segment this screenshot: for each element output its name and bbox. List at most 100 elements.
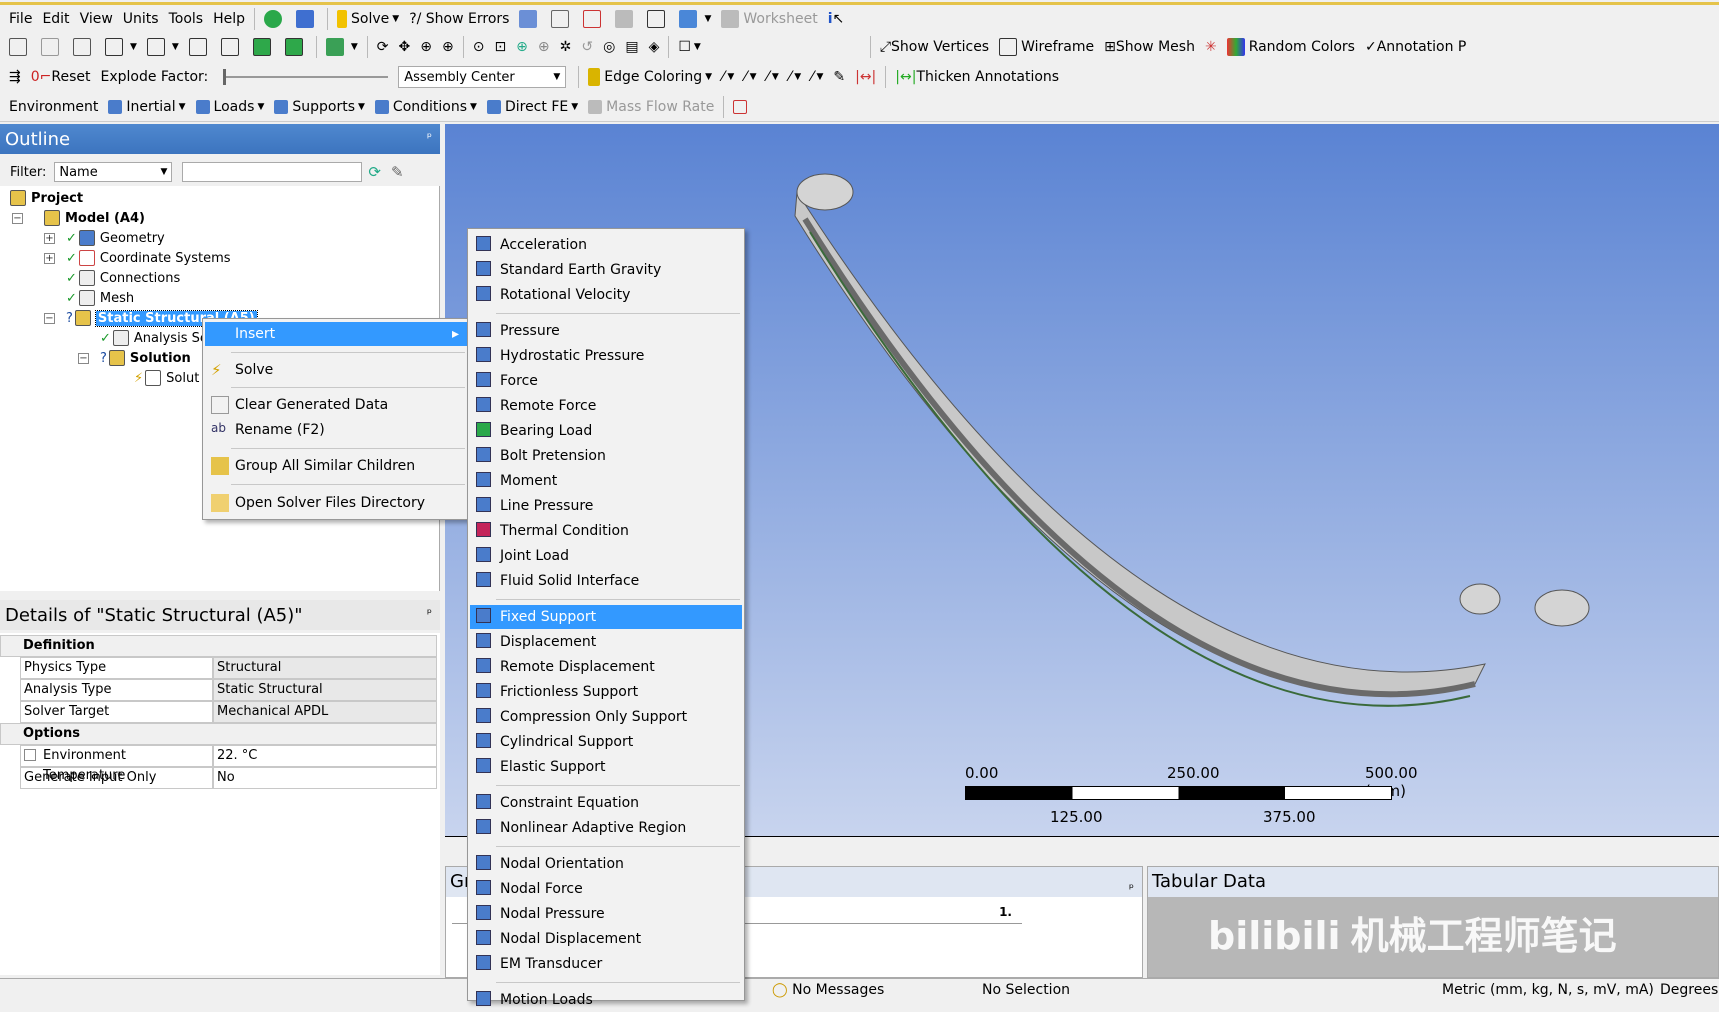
next-view-icon[interactable]: ◎: [598, 34, 620, 60]
vertex-select-icon[interactable]: [184, 34, 216, 60]
expand-icon[interactable]: +: [44, 233, 55, 244]
collapse-icon[interactable]: −: [78, 353, 89, 364]
menu-units[interactable]: Units: [118, 6, 164, 32]
edge-tool-2-icon[interactable]: ⁄ ▼: [739, 64, 761, 90]
zoom-box-icon[interactable]: ⊕: [437, 34, 459, 60]
print-icon[interactable]: ▤: [620, 34, 643, 60]
tag-icon[interactable]: ◈: [644, 34, 665, 60]
pin-icon[interactable]: ᵖ: [427, 606, 432, 620]
tree-node-geometry[interactable]: ✓ Geometry: [66, 228, 165, 248]
thin-icon[interactable]: |↔|: [850, 64, 881, 90]
insert-item-pressure[interactable]: Pressure: [470, 319, 742, 343]
tree-node-coordinate-systems[interactable]: ✓ Coordinate Systems: [66, 248, 231, 268]
worksheet-button[interactable]: Worksheet: [716, 6, 822, 32]
previous-view-icon[interactable]: ↺: [576, 34, 598, 60]
thicken-annotations-button[interactable]: |↔| Thicken Annotations: [890, 64, 1064, 90]
show-errors-button[interactable]: ?/ Show Errors: [404, 6, 514, 32]
tool-icon-1[interactable]: [514, 6, 546, 32]
window-icon[interactable]: ☐ ▼: [673, 34, 705, 60]
wireframe-button[interactable]: Wireframe: [994, 34, 1099, 60]
pin-icon[interactable]: ᵖ: [427, 130, 432, 144]
graph-icon[interactable]: [291, 6, 323, 32]
show-mesh-button[interactable]: ⊞ Show Mesh: [1099, 34, 1200, 60]
select-mode-icon[interactable]: [36, 34, 68, 60]
magnify-icon[interactable]: ⊕: [533, 34, 555, 60]
pin-icon[interactable]: ᵖ: [1129, 873, 1134, 903]
conditions-button[interactable]: Conditions ▼: [370, 94, 482, 120]
insert-item-compression-only-support[interactable]: Compression Only Support: [470, 705, 742, 729]
edge-tool-3-icon[interactable]: ⁄ ▼: [762, 64, 784, 90]
insert-item-nodal-pressure[interactable]: Nodal Pressure: [470, 902, 742, 926]
expand-icon[interactable]: +: [44, 253, 55, 264]
menu-tools[interactable]: Tools: [164, 6, 209, 32]
pin-icon[interactable]: ✎: [828, 64, 850, 90]
mass-flow-rate-button[interactable]: Mass Flow Rate: [583, 94, 719, 120]
menu-open-solver-files[interactable]: Open Solver Files Directory: [205, 491, 467, 515]
insert-item-nonlinear-adaptive-region[interactable]: Nonlinear Adaptive Region: [470, 816, 742, 840]
checkbox[interactable]: [24, 749, 36, 761]
insert-item-rotational-velocity[interactable]: Rotational Velocity: [470, 283, 742, 307]
section-options[interactable]: Options: [0, 723, 437, 745]
insert-item-motion-loads[interactable]: Motion Loads: [470, 988, 742, 1012]
menu-edit[interactable]: Edit: [37, 6, 74, 32]
tree-node-mesh[interactable]: ✓ Mesh: [66, 288, 134, 308]
explode-icon[interactable]: ⇶: [4, 64, 26, 90]
tool-icon-4[interactable]: [610, 6, 642, 32]
angle-status[interactable]: Degrees: [1660, 982, 1718, 998]
insert-item-cylindrical-support[interactable]: Cylindrical Support: [470, 730, 742, 754]
edge-tool-5-icon[interactable]: ⁄ ▼: [806, 64, 828, 90]
tree-node-solution-info[interactable]: ⚡ Solut: [134, 368, 199, 388]
zoom-green-icon[interactable]: ⊕: [511, 34, 533, 60]
explode-slider[interactable]: [223, 69, 389, 85]
filter-input[interactable]: [182, 162, 363, 182]
insert-item-em-transducer[interactable]: EM Transducer: [470, 952, 742, 976]
insert-item-bearing-load[interactable]: Bearing Load: [470, 419, 742, 443]
insert-item-frictionless-support[interactable]: Frictionless Support: [470, 680, 742, 704]
menu-group-similar[interactable]: Group All Similar Children: [205, 454, 467, 478]
cursor-icon[interactable]: ▼: [142, 34, 184, 60]
cube-icon[interactable]: ▼: [321, 34, 363, 60]
insert-item-bolt-pretension[interactable]: Bolt Pretension: [470, 444, 742, 468]
insert-item-hydrostatic-pressure[interactable]: Hydrostatic Pressure: [470, 344, 742, 368]
insert-item-fixed-support[interactable]: Fixed Support: [470, 605, 742, 629]
insert-item-force[interactable]: Force: [470, 369, 742, 393]
inertial-button[interactable]: Inertial ▼: [103, 94, 190, 120]
body-select-icon[interactable]: [280, 34, 312, 60]
assembly-center-select[interactable]: Assembly Center ▼: [398, 66, 567, 88]
edge-tool-4-icon[interactable]: ⁄ ▼: [784, 64, 806, 90]
rotate-icon[interactable]: ⟳: [372, 34, 394, 60]
insert-item-line-pressure[interactable]: Line Pressure: [470, 494, 742, 518]
insert-item-constraint-equation[interactable]: Constraint Equation: [470, 791, 742, 815]
insert-item-remote-force[interactable]: Remote Force: [470, 394, 742, 418]
supports-button[interactable]: Supports ▼: [269, 94, 370, 120]
insert-item-fluid-solid-interface[interactable]: Fluid Solid Interface: [470, 569, 742, 593]
messages-status[interactable]: ◯ No Messages: [772, 982, 884, 998]
select-type-icon[interactable]: ▼: [100, 34, 142, 60]
insert-item-displacement[interactable]: Displacement: [470, 630, 742, 654]
menu-insert[interactable]: Insert ▸: [205, 322, 467, 346]
collapse-icon[interactable]: −: [44, 313, 55, 324]
check-icon[interactable]: [259, 6, 291, 32]
tree-node-model[interactable]: Model (A4): [44, 208, 145, 228]
tree-node-solution[interactable]: ? Solution: [100, 348, 191, 368]
zoom-fit-icon[interactable]: ⊙: [468, 34, 490, 60]
loads-button[interactable]: Loads ▼: [191, 94, 270, 120]
insert-item-acceleration[interactable]: Acceleration: [470, 233, 742, 257]
face-select-icon[interactable]: [248, 34, 280, 60]
zoom-icon[interactable]: ⊕: [415, 34, 437, 60]
pan-icon[interactable]: ✥: [394, 34, 416, 60]
worksheet-red-icon[interactable]: [728, 94, 756, 120]
refresh-icon[interactable]: ⟳: [368, 163, 381, 181]
menu-rename[interactable]: ab Rename (F2): [205, 418, 467, 442]
info-cursor-icon[interactable]: i ↖: [823, 6, 850, 32]
insert-item-moment[interactable]: Moment: [470, 469, 742, 493]
reset-button[interactable]: 0⌐ Reset: [26, 64, 96, 90]
iso-icon[interactable]: ✲: [555, 34, 577, 60]
section-definition[interactable]: Definition: [0, 635, 437, 657]
show-vertices-button[interactable]: ⤢ Show Vertices: [875, 34, 994, 60]
insert-item-joint-load[interactable]: Joint Load: [470, 544, 742, 568]
menu-solve[interactable]: ⚡ Solve: [205, 358, 467, 382]
extend-icon[interactable]: [68, 34, 100, 60]
edge-select-icon[interactable]: [216, 34, 248, 60]
menu-clear-generated-data[interactable]: Clear Generated Data: [205, 393, 467, 417]
